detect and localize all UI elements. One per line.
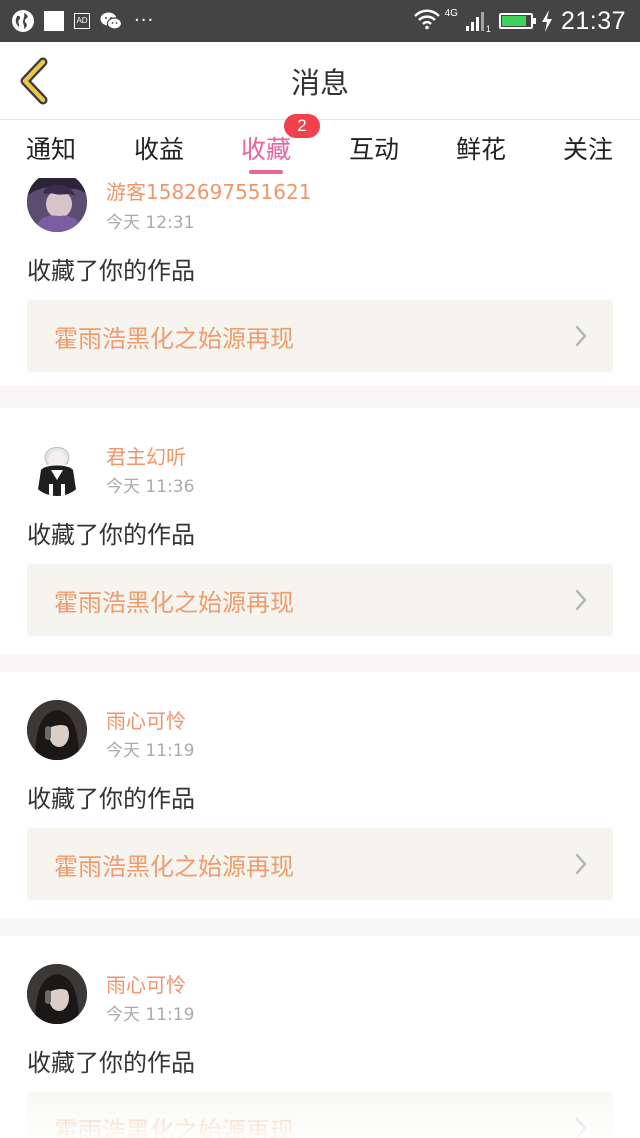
action-text: 收藏了你的作品 bbox=[27, 1049, 195, 1077]
chevron-right-icon bbox=[575, 853, 587, 875]
work-link[interactable]: 霍雨浩黑化之始源再现 bbox=[27, 300, 613, 372]
username[interactable]: 雨心可怜 bbox=[106, 705, 186, 734]
avatar[interactable] bbox=[27, 700, 87, 760]
tab-earnings[interactable]: 收益 bbox=[134, 130, 184, 166]
work-title: 霍雨浩黑化之始源再现 bbox=[54, 325, 294, 353]
timestamp: 今天 12:31 bbox=[106, 213, 195, 233]
status-bar-left: AD ··· bbox=[12, 8, 154, 34]
work-title: 霍雨浩黑化之始源再现 bbox=[54, 589, 294, 617]
tab-interactions[interactable]: 互动 bbox=[349, 130, 399, 166]
timestamp: 今天 11:19 bbox=[106, 1005, 195, 1025]
page-title: 消息 bbox=[290, 66, 349, 100]
tab-flowers[interactable]: 鲜花 bbox=[456, 130, 506, 166]
chevron-right-icon bbox=[575, 589, 587, 611]
signal-icon bbox=[465, 11, 484, 31]
charging-icon bbox=[541, 10, 553, 32]
wifi-icon bbox=[413, 8, 441, 34]
unread-badge: 2 bbox=[284, 114, 320, 138]
chevron-right-icon bbox=[575, 1117, 587, 1138]
work-link[interactable]: 霍雨浩黑化之始源再现 bbox=[27, 1092, 613, 1138]
tab-favorites[interactable]: 收藏 bbox=[241, 130, 291, 166]
message-card: 君主幻听 今天 11:36 收藏了你的作品 霍雨浩黑化之始源再现 bbox=[0, 408, 640, 654]
avatar[interactable] bbox=[27, 436, 87, 496]
username[interactable]: 君主幻听 bbox=[106, 441, 186, 470]
timestamp: 今天 11:19 bbox=[106, 741, 195, 761]
clock: 21:37 bbox=[560, 6, 626, 35]
notification-square-icon bbox=[44, 11, 64, 31]
status-bar: AD ··· 4G 1 21:37 bbox=[0, 0, 640, 42]
avatar[interactable] bbox=[27, 964, 87, 1024]
action-text: 收藏了你的作品 bbox=[27, 257, 195, 285]
work-title: 霍雨浩黑化之始源再现 bbox=[54, 853, 294, 881]
battery-icon bbox=[498, 13, 536, 29]
chevron-right-icon bbox=[575, 325, 587, 347]
message-list[interactable]: 游客1582697551621 今天 12:31 收藏了你的作品 霍雨浩黑化之始… bbox=[0, 178, 640, 1138]
network-type: 4G bbox=[444, 7, 458, 19]
username[interactable]: 雨心可怜 bbox=[106, 969, 186, 998]
message-card: 雨心可怜 今天 11:19 收藏了你的作品 霍雨浩黑化之始源再现 bbox=[0, 672, 640, 918]
active-tab-indicator bbox=[249, 170, 283, 174]
ad-icon: AD bbox=[74, 13, 90, 29]
message-card: 雨心可怜 今天 11:19 收藏了你的作品 霍雨浩黑化之始源再现 bbox=[0, 936, 640, 1138]
tab-notifications[interactable]: 通知 bbox=[26, 130, 76, 166]
sim-slot: 1 bbox=[485, 24, 491, 34]
avatar[interactable] bbox=[27, 178, 87, 232]
work-link[interactable]: 霍雨浩黑化之始源再现 bbox=[27, 564, 613, 636]
status-bar-right: 4G 1 21:37 bbox=[413, 6, 626, 36]
username[interactable]: 游客1582697551621 bbox=[106, 178, 311, 205]
action-text: 收藏了你的作品 bbox=[27, 521, 195, 549]
tab-following[interactable]: 关注 bbox=[563, 130, 613, 166]
tab-bar: 通知 收益 收藏 2 互动 鲜花 关注 bbox=[0, 114, 640, 178]
timestamp: 今天 11:36 bbox=[106, 477, 195, 497]
header: 消息 bbox=[0, 42, 640, 120]
work-link[interactable]: 霍雨浩黑化之始源再现 bbox=[27, 828, 613, 900]
work-title: 霍雨浩黑化之始源再现 bbox=[54, 1117, 294, 1138]
globe-icon bbox=[12, 10, 34, 32]
tab-favorites-label: 收藏 bbox=[241, 135, 292, 164]
battery-level bbox=[501, 16, 526, 26]
action-text: 收藏了你的作品 bbox=[27, 785, 195, 813]
more-icon: ··· bbox=[134, 10, 155, 31]
message-card: 游客1582697551621 今天 12:31 收藏了你的作品 霍雨浩黑化之始… bbox=[0, 178, 640, 386]
wechat-icon bbox=[100, 11, 122, 31]
